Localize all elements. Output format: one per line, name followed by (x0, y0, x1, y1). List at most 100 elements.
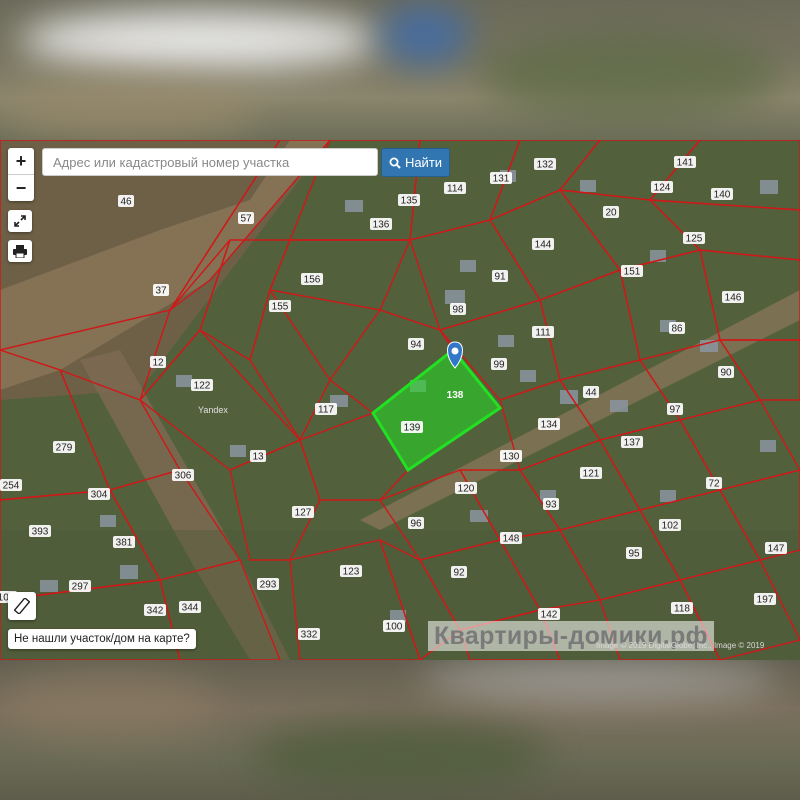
house-roof (100, 515, 116, 527)
parcel-number[interactable]: 37 (155, 286, 167, 297)
house-roof (610, 400, 628, 412)
house-roof (660, 490, 676, 502)
parcel-number[interactable]: 136 (373, 220, 390, 231)
satellite-map[interactable]: 46 57 37 135 114 131 132 141 124 140 136 144 20 125 15… (0, 140, 800, 660)
house-roof (230, 445, 246, 457)
parcel-number[interactable]: 344 (182, 603, 199, 614)
parcel-number[interactable]: 141 (677, 158, 694, 169)
parcel-number[interactable]: 144 (535, 240, 552, 251)
house-roof (445, 290, 465, 304)
parcel-number[interactable]: 111 (535, 328, 551, 339)
parcel-number[interactable]: 94 (410, 340, 422, 351)
find-button[interactable]: Найти (381, 148, 450, 177)
parcel-number[interactable]: 131 (493, 174, 510, 185)
parcel-number[interactable]: 122 (194, 381, 211, 392)
parcel-number[interactable]: 98 (452, 305, 464, 316)
parcel-number[interactable]: 135 (401, 196, 418, 207)
parcel-number[interactable]: 293 (260, 580, 277, 591)
ruler-icon (14, 598, 30, 614)
parcel-number[interactable]: 297 (72, 582, 89, 593)
parcel-number[interactable]: 127 (295, 508, 312, 519)
parcel-number[interactable]: 57 (240, 214, 252, 225)
yandex-watermark: Yandex (198, 405, 228, 415)
parcel-number[interactable]: 130 (503, 452, 520, 463)
house-roof (345, 200, 363, 212)
house-roof (760, 440, 776, 452)
parcel-number[interactable]: 93 (545, 500, 557, 511)
parcel-number[interactable]: 332 (301, 630, 318, 641)
house-roof (460, 260, 476, 272)
parcel-number[interactable]: 90 (720, 368, 732, 379)
parcel-number[interactable]: 92 (453, 568, 465, 579)
parcel-number[interactable]: 121 (583, 469, 600, 480)
find-button-label: Найти (404, 155, 443, 170)
parcel-number[interactable]: 91 (494, 272, 506, 283)
fullscreen-icon (14, 215, 26, 227)
parcel-number[interactable]: 381 (116, 538, 133, 549)
parcel-number[interactable]: 117 (318, 405, 334, 416)
parcel-number[interactable]: 132 (537, 160, 554, 171)
parcel-number[interactable]: 13 (252, 452, 264, 463)
parcel-number[interactable]: 20 (605, 208, 617, 219)
parcel-number[interactable]: 304 (91, 490, 108, 501)
parcel-number[interactable]: 139 (404, 423, 421, 434)
parcel-number[interactable]: 120 (458, 484, 475, 495)
house-roof (40, 580, 58, 592)
parcel-number[interactable]: 102 (662, 521, 679, 532)
parcel-number[interactable]: 114 (447, 184, 463, 195)
selected-parcel-label: 138 (446, 390, 464, 401)
parcel-number[interactable]: 306 (175, 471, 192, 482)
parcel-number[interactable]: 148 (503, 534, 520, 545)
parcel-number[interactable]: 99 (493, 360, 505, 371)
parcel-number[interactable]: 100 (386, 622, 403, 633)
parcel-number[interactable]: 118 (674, 604, 690, 615)
map-canvas[interactable]: 46 57 37 135 114 131 132 141 124 140 136 144 20 125 15… (0, 140, 800, 660)
parcel-number[interactable]: 46 (120, 197, 132, 208)
house-roof (176, 375, 192, 387)
parcel-number[interactable]: 96 (410, 519, 422, 530)
parcel-number[interactable]: 44 (585, 388, 597, 399)
parcel-number[interactable]: 12 (152, 358, 164, 369)
parcel-number[interactable]: 279 (56, 443, 73, 454)
parcel-number[interactable]: 72 (708, 479, 720, 490)
parcel-number[interactable]: 151 (624, 267, 641, 278)
blurred-backdrop-top (0, 0, 800, 140)
map-attribution: Image © 2019 DigitalGlobe, Inc., Image ©… (596, 641, 765, 650)
house-roof (470, 510, 488, 522)
parcel-number[interactable]: 342 (147, 606, 164, 617)
parcel-number[interactable]: 95 (628, 549, 640, 560)
parcel-number[interactable]: 147 (768, 544, 785, 555)
house-roof (520, 370, 536, 382)
house-roof (498, 335, 514, 347)
search-icon (389, 157, 401, 169)
search-input[interactable] (51, 153, 369, 171)
blurred-backdrop-bottom (0, 660, 800, 800)
parcel-number[interactable]: 155 (272, 302, 289, 313)
not-found-button[interactable]: Не нашли участок/дом на карте? (8, 629, 196, 649)
print-button[interactable] (8, 240, 32, 262)
zoom-control: + − (8, 148, 34, 201)
parcel-number[interactable]: 140 (714, 190, 731, 201)
parcel-number[interactable]: 142 (541, 610, 558, 621)
parcel-number[interactable]: 254 (3, 481, 20, 492)
parcel-number[interactable]: 97 (669, 405, 681, 416)
ruler-button[interactable] (8, 592, 36, 620)
parcel-number[interactable]: 156 (304, 275, 321, 286)
zoom-in-button[interactable]: + (8, 148, 34, 175)
house-roof (580, 180, 596, 192)
parcel-number[interactable]: 134 (541, 420, 558, 431)
parcel-number[interactable]: 125 (686, 234, 703, 245)
zoom-out-button[interactable]: − (8, 175, 34, 201)
house-roof (120, 565, 138, 579)
parcel-number[interactable]: 146 (725, 293, 742, 304)
parcel-number[interactable]: 123 (343, 567, 360, 578)
parcel-number[interactable]: 137 (624, 438, 641, 449)
search-field[interactable] (42, 148, 378, 176)
print-icon (13, 244, 27, 258)
parcel-number[interactable]: 86 (671, 324, 683, 335)
parcel-number[interactable]: 197 (757, 595, 774, 606)
parcel-number[interactable]: 393 (32, 527, 49, 538)
fullscreen-button[interactable] (8, 210, 32, 232)
house-roof (760, 180, 778, 194)
parcel-number[interactable]: 124 (654, 183, 671, 194)
